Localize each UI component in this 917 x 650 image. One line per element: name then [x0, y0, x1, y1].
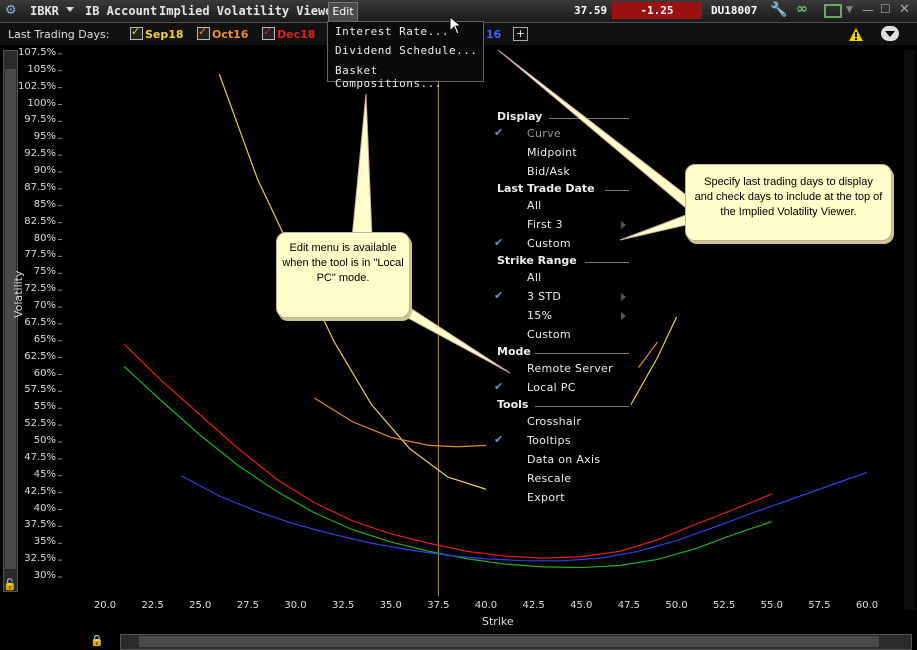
- mouse-cursor-icon: [449, 16, 463, 35]
- menu-item-dividend-schedule[interactable]: Dividend Schedule...: [335, 44, 477, 57]
- trading-days-callout: Specify last trading days to display and…: [685, 164, 892, 241]
- edit-menu-callout: Edit menu is available when the tool is …: [276, 232, 410, 318]
- menu-item-basket-compositions[interactable]: Basket Compositions...: [335, 64, 483, 90]
- menu-item-interest-rate[interactable]: Interest Rate...: [335, 25, 449, 38]
- callout-pointers: [351, 49, 687, 374]
